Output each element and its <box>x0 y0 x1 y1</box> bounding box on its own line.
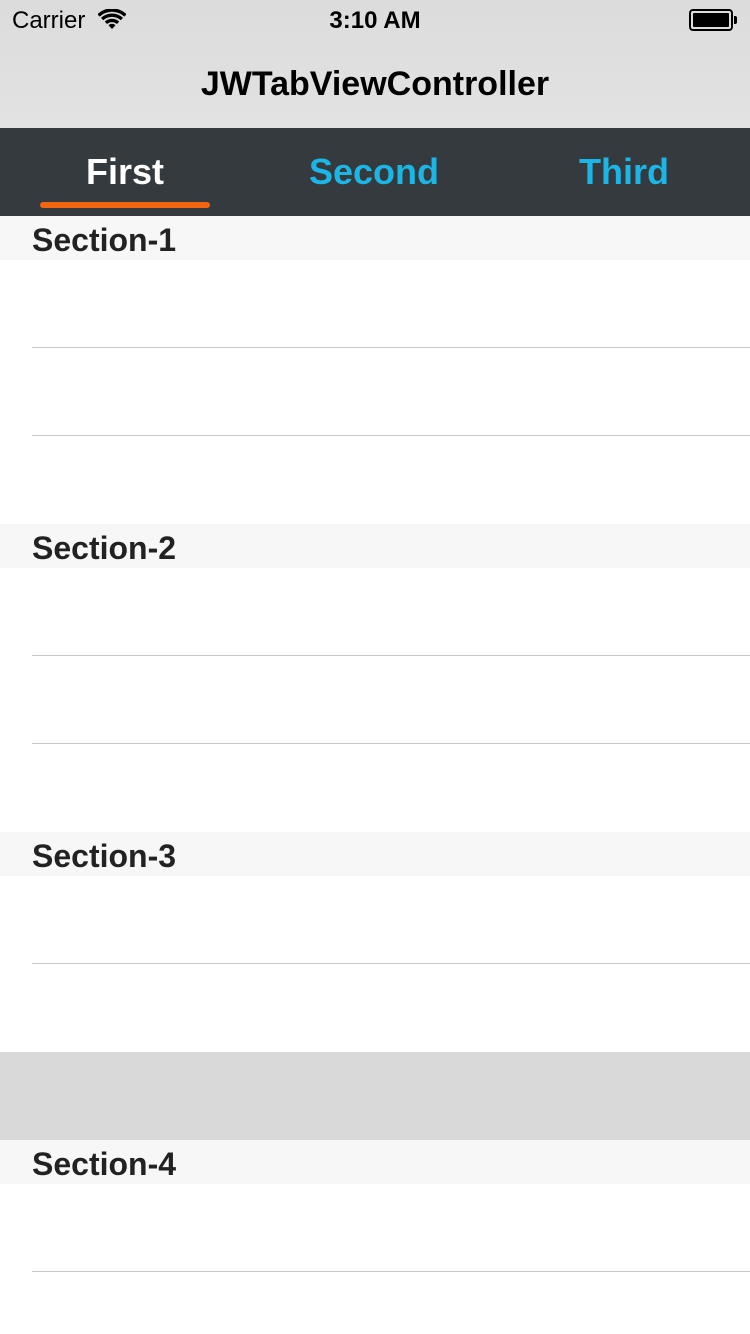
section-title: Section-1 <box>32 222 177 258</box>
table-row[interactable] <box>0 348 750 436</box>
table-view[interactable]: Section-1 Section-2 Section-3 Section-4 <box>0 216 750 1334</box>
battery-tip <box>734 16 737 24</box>
status-bar: Carrier 3:10 AM <box>0 0 750 40</box>
table-row[interactable] <box>0 964 750 1052</box>
tab-selection-indicator <box>40 202 210 208</box>
table-row[interactable] <box>0 876 750 964</box>
navigation-header: Carrier 3:10 AM JWTabViewController <box>0 0 750 128</box>
battery-full-icon <box>689 9 739 33</box>
tab-bar: First Second Third <box>0 128 750 216</box>
section-header: Section-3 <box>0 832 750 876</box>
page-title: JWTabViewController <box>200 65 550 103</box>
section-title: Section-4 <box>32 1146 177 1182</box>
table-row[interactable] <box>0 436 750 524</box>
section-header: Section-1 <box>0 216 750 260</box>
section-title: Section-2 <box>32 530 177 566</box>
table-row[interactable] <box>0 656 750 744</box>
tab-second[interactable]: Second <box>249 128 499 216</box>
table-row[interactable] <box>0 1184 750 1272</box>
battery-level <box>693 13 729 27</box>
table-row[interactable] <box>0 1272 750 1334</box>
table-row-highlighted[interactable] <box>0 1052 750 1140</box>
section-title: Section-3 <box>32 838 177 874</box>
tab-third[interactable]: Third <box>499 128 749 216</box>
battery-body <box>689 9 733 31</box>
table-row[interactable] <box>0 260 750 348</box>
status-time: 3:10 AM <box>329 7 421 34</box>
app-screen: Carrier 3:10 AM JWTabViewController Firs… <box>0 0 750 1334</box>
table-row[interactable] <box>0 744 750 832</box>
section-header: Section-2 <box>0 524 750 568</box>
table-row[interactable] <box>0 568 750 656</box>
section-header: Section-4 <box>0 1140 750 1184</box>
